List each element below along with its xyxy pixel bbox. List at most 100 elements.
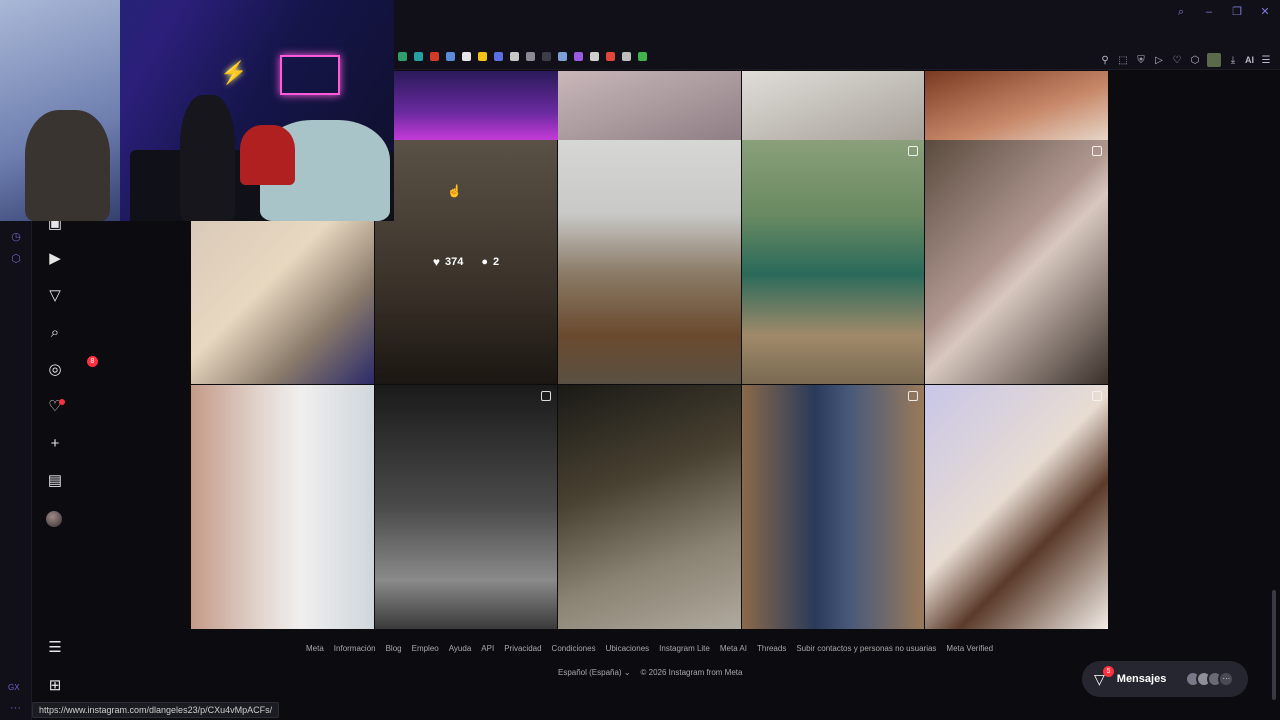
footer-link[interactable]: Ayuda — [449, 644, 472, 653]
messages-badge: 5 — [1103, 665, 1114, 677]
more-avatars: ··· — [1218, 671, 1235, 687]
bookmark-icon[interactable] — [558, 52, 567, 61]
close-icon[interactable]: ✕ — [1258, 5, 1272, 19]
lightning-neon-sign: ⚡ — [220, 60, 248, 85]
person — [25, 110, 110, 221]
bookmark-icon[interactable] — [446, 52, 455, 61]
bookmark-icons — [398, 52, 647, 61]
reel-icon — [1092, 391, 1102, 401]
bookmark-icon[interactable] — [638, 52, 647, 61]
footer-link[interactable]: API — [481, 644, 494, 653]
aria-ai-button[interactable]: AI — [1245, 55, 1254, 65]
footer-link[interactable]: Empleo — [412, 644, 439, 653]
bookmark-icon[interactable] — [574, 52, 583, 61]
bookmark-icon[interactable] — [414, 52, 423, 61]
footer-link[interactable]: Subir contactos y personas no usuarias — [796, 644, 936, 653]
search-icon[interactable]: ⌕ — [1174, 5, 1188, 19]
post-thumbnail[interactable] — [742, 385, 924, 629]
heart-icon[interactable]: ♡ — [1171, 55, 1183, 66]
comments-count: 2 — [493, 256, 500, 268]
bookmark-icon[interactable] — [542, 52, 551, 61]
browser-toolbar: ⚲ ⬚ ⛨ ▷ ♡ ⬡ ⤓ AI ☰ — [1099, 53, 1272, 67]
post-thumbnail[interactable] — [558, 71, 741, 140]
footer-link[interactable]: Ubicaciones — [606, 644, 650, 653]
chart-icon[interactable]: ▤ — [46, 472, 64, 490]
footer-link[interactable]: Instagram Lite — [659, 644, 710, 653]
messenger-icon: ▽ 5 — [1094, 665, 1114, 688]
post-thumbnail[interactable] — [925, 385, 1108, 629]
more-icon[interactable]: ··· — [10, 702, 21, 714]
post-thumbnail[interactable] — [742, 71, 924, 140]
profile-avatar[interactable] — [46, 511, 62, 527]
mouse-cursor: ☝ — [447, 184, 462, 198]
post-thumbnail[interactable] — [742, 140, 924, 384]
footer-link[interactable]: Blog — [386, 644, 402, 653]
search-icon[interactable]: ⌕ — [46, 324, 64, 342]
extensions-icon[interactable]: ⬡ — [9, 252, 23, 266]
window-controls: ⌕ – ❐ ✕ — [1174, 5, 1272, 19]
post-thumbnail[interactable] — [375, 385, 557, 629]
pin-icon[interactable]: ⚲ — [1099, 55, 1111, 66]
compass-icon[interactable]: ◎ — [46, 361, 64, 379]
footer-link[interactable]: Meta Verified — [946, 644, 993, 653]
menu-icon[interactable]: ☰ — [1260, 55, 1272, 66]
carousel-icon — [908, 391, 918, 401]
messages-button[interactable]: ▽ 5 Mensajes ··· — [1082, 661, 1248, 697]
carousel-icon — [908, 146, 918, 156]
footer-links: Meta Información Blog Empleo Ayuda API P… — [306, 644, 993, 653]
extensions-icon[interactable]: ⬡ — [1189, 55, 1201, 66]
carousel-icon — [541, 391, 551, 401]
likes-count: 374 — [444, 256, 464, 268]
post-thumbnail[interactable] — [925, 140, 1108, 384]
bookmark-icon[interactable] — [462, 52, 471, 61]
download-icon[interactable]: ⤓ — [1227, 55, 1239, 66]
footer-link[interactable]: Privacidad — [504, 644, 541, 653]
bookmark-icon[interactable] — [478, 52, 487, 61]
language-select[interactable]: Español (España) ⌄ — [558, 668, 631, 677]
post-thumbnail[interactable] — [191, 220, 374, 384]
link-icon[interactable] — [526, 52, 535, 61]
plus-icon[interactable]: + — [46, 435, 64, 453]
post-thumbnail[interactable] — [558, 140, 741, 384]
profile-icon[interactable] — [1207, 53, 1221, 67]
document-icon[interactable] — [510, 52, 519, 61]
snapshot-icon[interactable]: ⬚ — [1117, 55, 1129, 66]
anchor-icon[interactable] — [590, 52, 599, 61]
comments-stat: ● 2 — [481, 256, 499, 268]
chevron-down-icon: ⌄ — [623, 668, 631, 677]
post-thumbnail[interactable] — [925, 71, 1108, 140]
heart-icon: ♥ — [432, 255, 440, 269]
minimize-icon[interactable]: – — [1202, 5, 1216, 19]
scrollbar[interactable] — [1272, 590, 1276, 700]
post-thumbnail[interactable] — [558, 385, 741, 629]
footer-link[interactable]: Condiciones — [552, 644, 596, 653]
footer-link[interactable]: Meta — [306, 644, 324, 653]
history-icon[interactable]: ◷ — [9, 230, 23, 244]
post-thumbnail-hovered[interactable]: ♥ 374 ● 2 — [375, 140, 557, 384]
message-avatars: ··· — [1185, 671, 1235, 687]
footer-link[interactable]: Información — [334, 644, 376, 653]
filter-icon[interactable]: ▽ — [46, 287, 64, 305]
maximize-icon[interactable]: ❐ — [1230, 5, 1244, 19]
activity-dot — [59, 399, 65, 405]
bookmark-icon[interactable] — [398, 52, 407, 61]
notification-badge: 8 — [87, 356, 98, 367]
bookmark-icon[interactable] — [606, 52, 615, 61]
netflix-icon[interactable] — [430, 52, 439, 61]
footer-link[interactable]: Threads — [757, 644, 786, 653]
gx-label: GX — [8, 683, 20, 692]
video-icon[interactable]: ▶ — [46, 250, 64, 268]
post-thumbnail[interactable] — [191, 385, 374, 629]
footer-link[interactable]: Meta AI — [720, 644, 747, 653]
grid-apps-icon[interactable]: ⊞ — [46, 677, 64, 695]
shield-icon[interactable]: ⛨ — [1135, 55, 1147, 66]
post-thumbnail[interactable] — [394, 71, 577, 140]
bookmark-icon[interactable] — [622, 52, 631, 61]
comment-icon: ● — [481, 256, 488, 268]
bookmark-icon[interactable] — [494, 52, 503, 61]
menu-icon[interactable]: ☰ — [46, 639, 64, 657]
footer-bottom: Español (España) ⌄ © 2026 Instagram from… — [558, 668, 742, 677]
carousel-icon — [1092, 146, 1102, 156]
person — [180, 95, 235, 221]
play-icon[interactable]: ▷ — [1153, 55, 1165, 66]
